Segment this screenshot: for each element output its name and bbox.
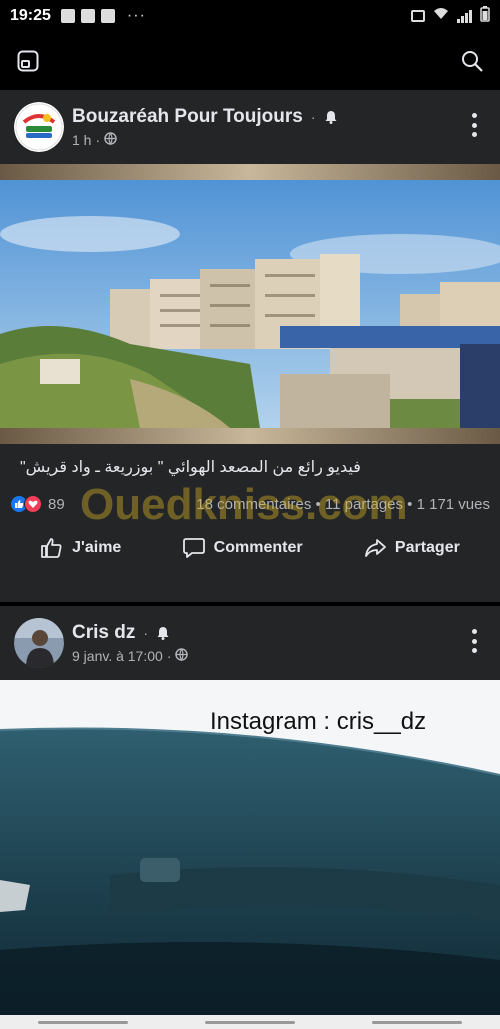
comment-label: Commenter [213,539,303,556]
love-reaction-icon [24,495,42,513]
reactions-summary[interactable]: 89 [10,495,65,513]
top-bar [0,32,500,90]
bell-icon[interactable] [156,626,170,640]
post-card: Bouzaréah Pour Toujours · 1 h · فيديو را… [0,90,500,602]
page-name[interactable]: Bouzaréah Pour Toujours [72,106,303,128]
post-actions: J'aime Commenter Partager [0,518,500,578]
notification-icons: ··· [60,7,146,25]
share-icon [364,539,386,557]
page-avatar[interactable] [14,102,64,152]
like-button[interactable]: J'aime [40,536,121,560]
alarm-icon [411,10,425,22]
more-options-button[interactable] [464,110,484,140]
comment-icon [182,538,205,558]
picture-in-picture-icon [17,50,39,72]
thumbs-up-icon [41,538,62,558]
engagement-stats[interactable]: 18 commentaires • 11 partages • 1 171 vu… [196,496,490,513]
search-button[interactable] [456,45,488,77]
post-video[interactable] [0,164,500,444]
more-options-button[interactable] [464,626,484,656]
status-time: 19:25 [10,7,51,24]
recent-apps-button[interactable] [38,1020,129,1024]
post-time[interactable]: 1 h [72,132,91,148]
battery-icon [480,5,490,27]
user-name[interactable]: Cris dz [72,622,135,644]
signal-icon [457,9,472,23]
system-icons [411,5,490,27]
post-caption: فيديو رائع من المصعد الهوائي " بوزريعة ـ… [20,459,361,476]
meta-sep: · [95,132,101,148]
globe-icon [104,132,117,148]
reaction-count: 89 [48,495,65,513]
status-bar: 19:25 ··· [0,0,500,32]
wifi-icon [433,7,449,25]
search-icon [462,51,483,72]
home-button[interactable] [204,1020,295,1024]
like-label: J'aime [72,539,122,556]
post-meta: 9 janv. à 17:00 · [72,648,189,664]
post-time[interactable]: 9 janv. à 17:00 [72,648,163,664]
share-label: Partager [394,539,460,556]
instagram-handle-overlay: Instagram : cris__dz [210,708,427,735]
post-header: Bouzaréah Pour Toujours · 1 h · [0,90,500,164]
post-video[interactable]: Instagram : cris__dz [0,680,500,1029]
news-notification-icon [80,9,95,23]
post-stats: 89 18 commentaires • 11 partages • 1 171… [0,480,500,529]
user-avatar[interactable] [14,618,64,668]
post-meta: 1 h · [72,132,338,148]
system-nav-bar [0,1015,500,1029]
meta-sep: · [166,648,172,664]
post-card: Cris dz · 9 janv. à 17:00 · Instagram: … [0,606,500,1029]
bell-icon[interactable] [324,110,338,124]
gallery-notification-icon [100,9,115,23]
post-header: Cris dz · 9 janv. à 17:00 · [0,606,500,680]
facebook-notification-icon [60,9,75,23]
picture-in-picture-button[interactable] [12,45,44,77]
comment-button[interactable]: Commenter [182,536,303,560]
share-button[interactable]: Partager [363,536,460,560]
following-sep: · [310,109,316,125]
more-notifications-icon: ··· [126,7,146,24]
globe-icon [175,648,189,664]
back-button[interactable] [371,1020,462,1024]
